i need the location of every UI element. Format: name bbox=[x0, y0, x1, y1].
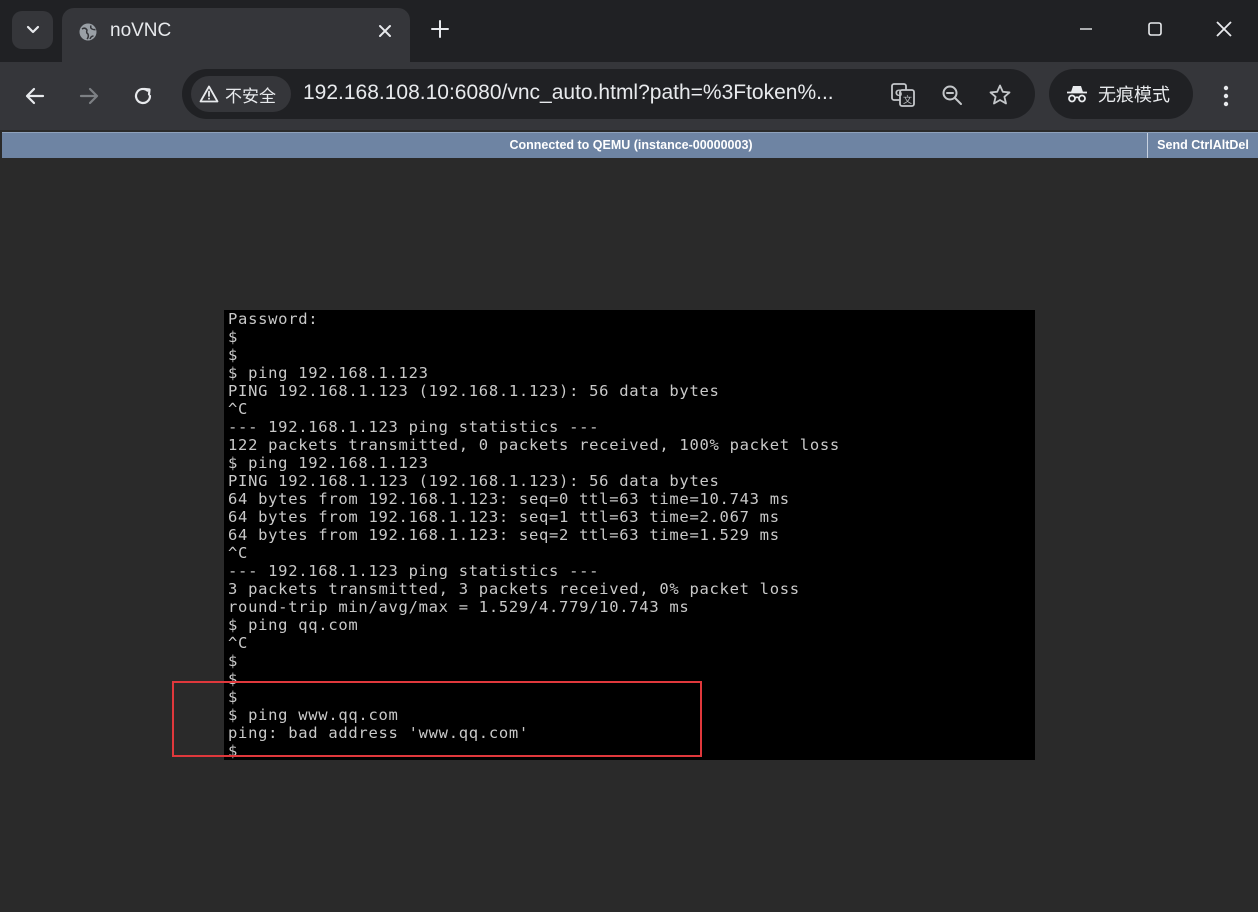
reload-button[interactable] bbox=[127, 80, 159, 112]
incognito-icon bbox=[1067, 86, 1087, 103]
minimize-button[interactable] bbox=[1073, 16, 1099, 42]
svg-text:G: G bbox=[895, 89, 902, 99]
console-line: $ bbox=[228, 346, 239, 364]
new-tab-button[interactable] bbox=[426, 15, 454, 43]
send-ctrl-alt-del-button[interactable]: Send CtrlAltDel bbox=[1147, 133, 1258, 158]
console-line: --- 192.168.1.123 ping statistics --- bbox=[228, 418, 600, 436]
arrow-right-icon bbox=[79, 87, 99, 105]
warning-icon bbox=[199, 85, 219, 103]
svg-text:文: 文 bbox=[903, 94, 912, 106]
tab-search-button[interactable] bbox=[12, 11, 53, 49]
tab-title: noVNC bbox=[110, 20, 172, 41]
incognito-button[interactable]: 无痕模式 bbox=[1049, 69, 1193, 119]
translate-icon: G 文 bbox=[891, 83, 915, 107]
zoom-button[interactable] bbox=[939, 82, 965, 108]
console-line: $ ping qq.com bbox=[228, 616, 359, 634]
security-label: 不安全 bbox=[225, 86, 276, 106]
console-line: round-trip min/avg/max = 1.529/4.779/10.… bbox=[228, 598, 690, 616]
console-line: PING 192.168.1.123 (192.168.1.123): 56 d… bbox=[228, 472, 720, 490]
console-line: --- 192.168.1.123 ping statistics --- bbox=[228, 562, 600, 580]
url-text: 192.168.108.10:6080/vnc_auto.html?path=%… bbox=[303, 81, 834, 104]
close-icon bbox=[379, 25, 391, 37]
console-line: 122 packets transmitted, 0 packets recei… bbox=[228, 436, 840, 454]
maximize-icon bbox=[1148, 22, 1162, 36]
star-icon bbox=[989, 84, 1011, 105]
browser-toolbar: 不安全 192.168.108.10:6080/vnc_auto.html?pa… bbox=[0, 62, 1258, 130]
minimize-icon bbox=[1080, 28, 1092, 30]
annotation-highlight-box bbox=[172, 681, 702, 757]
console-line: 3 packets transmitted, 3 packets receive… bbox=[228, 580, 800, 598]
tab-novnc[interactable]: noVNC bbox=[62, 8, 410, 62]
console-line: 64 bytes from 192.168.1.123: seq=0 ttl=6… bbox=[228, 490, 790, 508]
connection-status: Connected to QEMU (instance-00000003) bbox=[509, 138, 753, 152]
console-line: PING 192.168.1.123 (192.168.1.123): 56 d… bbox=[228, 382, 720, 400]
address-bar[interactable]: 不安全 192.168.108.10:6080/vnc_auto.html?pa… bbox=[182, 69, 1035, 119]
window-close-button[interactable] bbox=[1211, 16, 1237, 42]
zoom-icon bbox=[942, 85, 962, 105]
vnc-canvas-area: Password: $ $ $ ping 192.168.1.123 PING 192.… bbox=[2, 158, 1258, 912]
console-line: $ ping 192.168.1.123 bbox=[228, 364, 429, 382]
close-icon bbox=[1216, 21, 1232, 37]
bookmark-button[interactable] bbox=[987, 82, 1013, 108]
novnc-status-bar: Connected to QEMU (instance-00000003) Se… bbox=[2, 132, 1258, 158]
security-indicator[interactable]: 不安全 bbox=[191, 76, 291, 112]
console-line: ^C bbox=[228, 544, 249, 562]
console-line: ^C bbox=[228, 400, 249, 418]
arrow-left-icon bbox=[25, 87, 45, 105]
more-vertical-icon bbox=[1223, 85, 1229, 107]
console-line: $ bbox=[228, 652, 239, 670]
console-line: 64 bytes from 192.168.1.123: seq=2 ttl=6… bbox=[228, 526, 780, 544]
reload-icon bbox=[134, 87, 152, 105]
tab-close-button[interactable] bbox=[374, 20, 396, 42]
tab-strip: noVNC bbox=[0, 0, 1258, 62]
console-line: $ bbox=[228, 328, 239, 346]
incognito-label: 无痕模式 bbox=[1098, 85, 1170, 105]
browser-window: noVNC 不安全 192.168.108.10:6080/vnc_auto.h… bbox=[0, 0, 1258, 912]
chevron-down-icon bbox=[26, 25, 39, 34]
console-line: 64 bytes from 192.168.1.123: seq=1 ttl=6… bbox=[228, 508, 780, 526]
plus-icon bbox=[431, 20, 449, 38]
maximize-button[interactable] bbox=[1142, 16, 1168, 42]
translate-button[interactable]: G 文 bbox=[890, 82, 916, 108]
browser-menu-button[interactable] bbox=[1212, 80, 1240, 112]
console-line: $ ping 192.168.1.123 bbox=[228, 454, 429, 472]
console-line: Password: bbox=[228, 310, 319, 328]
console-line: ^C bbox=[228, 634, 249, 652]
forward-button[interactable] bbox=[73, 80, 105, 112]
globe-icon bbox=[79, 23, 97, 41]
back-button[interactable] bbox=[19, 80, 51, 112]
